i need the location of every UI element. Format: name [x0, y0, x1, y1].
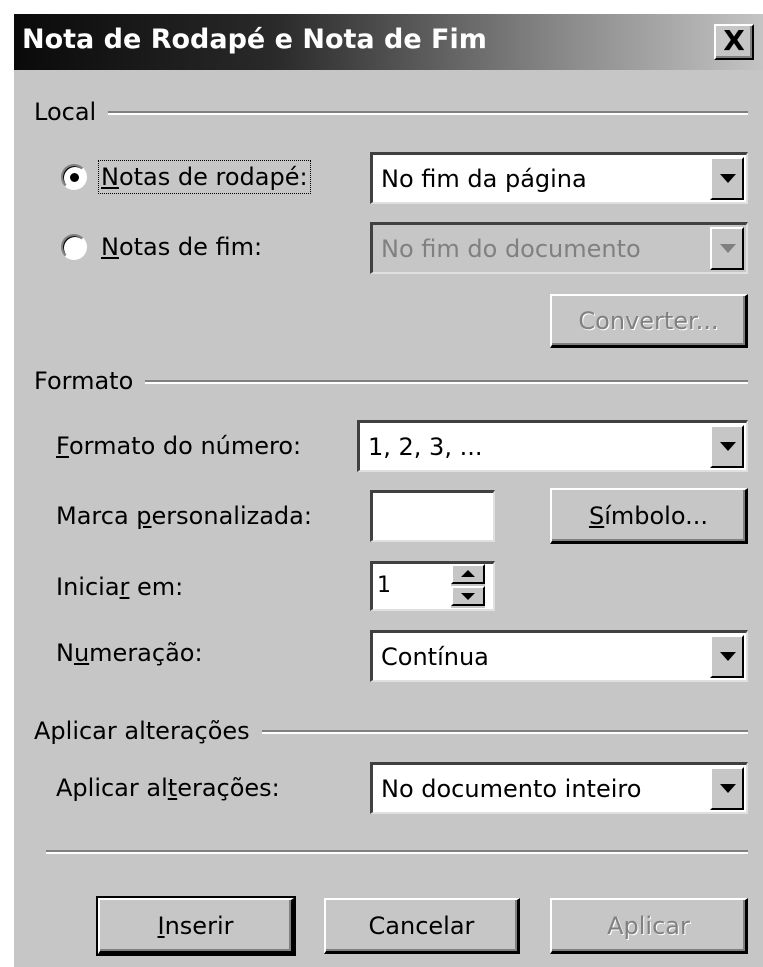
number-format-value: 1, 2, 3, ... — [368, 433, 483, 461]
start-at-accel: r — [119, 573, 130, 601]
endnotes-label-rest: otas de fim: — [118, 233, 263, 261]
footnote-endnote-dialog: Nota de Rodapé e Nota de Fim X Local Not… — [12, 12, 763, 967]
start-at-spinner[interactable] — [451, 564, 485, 608]
chevron-down-icon[interactable] — [710, 635, 744, 678]
insert-button[interactable]: Inserir — [96, 896, 296, 956]
number-format-label: Formato do número: — [56, 432, 301, 460]
numbering-value: Contínua — [381, 643, 489, 671]
apply-changes-value: No documento inteiro — [381, 775, 642, 803]
footnotes-location-value: No fim da página — [381, 165, 587, 193]
chevron-down-icon[interactable] — [710, 425, 744, 468]
endnotes-radio-label[interactable]: Notas de fim: — [101, 233, 262, 261]
number-format-select[interactable]: 1, 2, 3, ... — [357, 420, 748, 472]
footnotes-location-select[interactable]: No fim da página — [370, 152, 748, 204]
endnotes-radio[interactable] — [61, 234, 87, 260]
custom-mark-accel: p — [136, 502, 152, 530]
chevron-down-icon[interactable] — [710, 767, 744, 810]
apply-changes-label-rest: erações: — [177, 774, 280, 802]
insert-accel: I — [157, 911, 165, 940]
apply-group-label: Aplicar alterações — [34, 717, 262, 745]
footnotes-radio-label[interactable]: Notas de rodapé: — [98, 160, 311, 194]
apply-changes-label: Aplicar alterações: — [56, 774, 280, 802]
start-at-label: Iniciar em: — [56, 573, 183, 601]
number-format-accel: F — [56, 432, 69, 460]
custom-mark-label: Marca personalizada: — [56, 502, 312, 530]
footnotes-radio[interactable] — [61, 164, 87, 190]
apply-button[interactable]: Aplicar — [550, 898, 748, 954]
start-at-label-rest: em: — [129, 573, 184, 601]
convert-button[interactable]: Converter... — [550, 294, 748, 348]
close-icon: X — [723, 24, 745, 57]
apply-changes-label-pre: Aplicar al — [56, 774, 168, 802]
numbering-label-pre: N — [56, 639, 74, 667]
bottom-separator — [46, 850, 748, 854]
numbering-accel: u — [73, 639, 90, 667]
numbering-label: Numeração: — [56, 639, 203, 667]
numbering-label-rest: meração: — [89, 639, 203, 667]
footnotes-label-rest: otas de rodapé: — [118, 163, 308, 191]
start-at-value: 1 — [377, 573, 391, 598]
symbol-accel: S — [588, 501, 605, 530]
footnotes-accel: N — [101, 163, 119, 191]
cancel-button[interactable]: Cancelar — [324, 898, 520, 954]
custom-mark-label-pre: Marca — [56, 502, 137, 530]
endnotes-location-value: No fim do documento — [381, 235, 641, 263]
start-at-label-pre: Inicia — [56, 573, 120, 601]
local-group-line — [34, 111, 748, 115]
chevron-down-icon[interactable] — [710, 157, 744, 200]
numbering-select[interactable]: Contínua — [370, 630, 748, 682]
spin-up-icon[interactable] — [451, 564, 485, 584]
insert-label-rest: nserir — [164, 911, 234, 940]
endnotes-location-select[interactable]: No fim do documento — [370, 222, 748, 274]
endnotes-accel: N — [101, 233, 119, 261]
symbol-button[interactable]: Símbolo... — [550, 488, 748, 544]
custom-mark-input[interactable] — [370, 490, 495, 542]
local-group-label: Local — [34, 98, 109, 126]
apply-changes-accel: t — [167, 774, 178, 802]
close-button[interactable]: X — [714, 24, 754, 60]
chevron-down-icon[interactable] — [710, 227, 744, 270]
formato-group-label: Formato — [34, 367, 146, 395]
number-format-label-rest: ormato do número: — [68, 432, 302, 460]
title-bar[interactable]: Nota de Rodapé e Nota de Fim X — [14, 14, 763, 70]
symbol-label-rest: ímbolo... — [604, 501, 708, 530]
dialog-title: Nota de Rodapé e Nota de Fim — [22, 24, 487, 55]
spin-down-icon[interactable] — [451, 586, 485, 606]
apply-changes-select[interactable]: No documento inteiro — [370, 762, 748, 814]
radio-selected-dot — [70, 173, 79, 182]
custom-mark-label-rest: ersonalizada: — [151, 502, 312, 530]
